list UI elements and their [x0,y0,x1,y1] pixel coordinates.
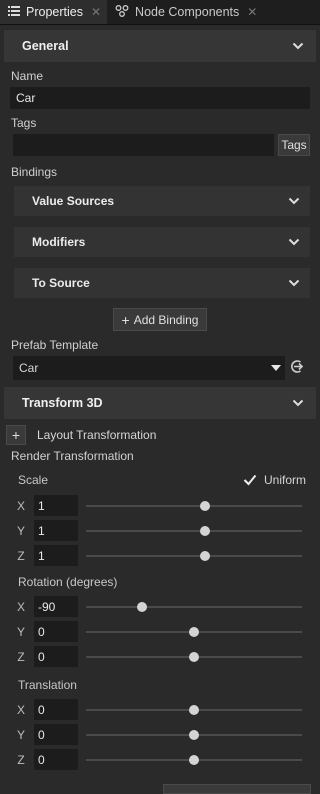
translation-row-y: Y0 [0,722,320,747]
chevron-down-icon [292,42,304,50]
rotation-y-input[interactable]: 0 [34,621,78,642]
rotation-row-y: Y0 [0,619,320,644]
axis-label: Y [16,523,25,538]
tab-bar: Properties ✕ Node Components ✕ [0,0,320,25]
tab-properties-label: Properties [26,5,83,19]
translation-row-z: Z0 [0,747,320,772]
to-source-header[interactable]: To Source [14,268,310,298]
chevron-down-icon [292,399,304,407]
scale-z-slider[interactable] [86,550,302,562]
tags-input[interactable] [13,134,274,156]
tab-node-components[interactable]: Node Components ✕ [107,0,263,24]
to-source-label: To Source [32,276,90,290]
list-icon [8,5,20,19]
chevron-down-icon [288,238,300,246]
slider-knob[interactable] [137,601,148,612]
rotation-label: Rotation (degrees) [18,575,118,589]
transform-3d-title: Transform 3D [22,396,103,410]
uniform-checkbox[interactable]: Uniform [243,473,306,487]
translation-z-slider[interactable] [86,754,302,766]
rotation-x-slider[interactable] [86,601,302,613]
axis-label: X [16,599,25,614]
slider-knob[interactable] [199,525,210,536]
scale-z-input[interactable]: 1 [34,545,78,566]
translation-x-slider[interactable] [86,704,302,716]
slider-track [86,529,302,532]
rotation-z-input[interactable]: 0 [34,646,78,667]
plus-icon: + [121,311,130,328]
add-binding-label: Add Binding [133,312,199,327]
axis-label: Y [16,727,25,742]
rotation-z-slider[interactable] [86,651,302,663]
slider-track [86,554,302,557]
slider-knob[interactable] [189,651,199,662]
rotation-row-z: Z0 [0,644,320,669]
value-sources-label: Value Sources [32,194,115,208]
scale-row-y: Y1 [0,518,320,543]
layout-transformation-label: Layout Transformation [37,428,157,442]
add-binding-button[interactable]: + Add Binding [113,308,207,331]
scale-x-input[interactable]: 1 [34,495,78,516]
dropdown-arrow-icon [271,364,281,371]
axis-label: Y [16,624,25,639]
slider-knob[interactable] [199,550,210,561]
scale-row-z: Z1 [0,543,320,568]
slider-knob[interactable] [189,754,199,765]
translation-z-input[interactable]: 0 [34,749,78,770]
scale-y-input[interactable]: 1 [34,520,78,541]
scale-label: Scale [18,473,49,487]
rotation-y-slider[interactable] [86,626,302,638]
prefab-template-select[interactable]: Car [13,356,285,380]
close-icon[interactable]: ✕ [247,5,257,19]
translation-row-x: X0 [0,697,320,722]
translation-y-input[interactable]: 0 [34,724,78,745]
name-label: Name [11,69,44,83]
scale-y-slider[interactable] [86,525,302,537]
slider-track [86,605,302,608]
goto-prefab-icon[interactable] [289,359,304,377]
tab-node-components-label: Node Components [135,5,240,19]
scale-row-x: X1 [0,493,320,518]
chevron-down-icon [288,197,300,205]
bindings-label: Bindings [11,165,58,179]
axis-label: X [16,498,25,513]
axis-label: X [16,702,25,717]
scale-x-slider[interactable] [86,500,302,512]
rotation-x-input[interactable]: -90 [34,596,78,617]
checkmark-icon [243,474,257,486]
slider-track [86,504,302,507]
close-icon[interactable]: ✕ [91,5,101,19]
slider-knob[interactable] [189,626,199,637]
axis-label: Z [17,548,25,563]
transform-3d-section-header[interactable]: Transform 3D [4,387,316,419]
rotation-row-x: X -90 [0,594,320,619]
prefab-template-value: Car [19,361,39,375]
chevron-down-icon [288,279,300,287]
slider-knob[interactable] [199,500,210,511]
translation-label: Translation [18,678,77,692]
value-sources-header[interactable]: Value Sources [14,186,310,216]
general-section-header[interactable]: General [4,30,316,62]
slider-knob[interactable] [189,729,199,740]
translation-y-slider[interactable] [86,729,302,741]
name-field[interactable]: Car [10,87,310,109]
render-transformation-label: Render Transformation [11,449,134,463]
tab-properties[interactable]: Properties ✕ [0,0,108,24]
uniform-label: Uniform [263,473,306,487]
modifiers-header[interactable]: Modifiers [14,227,310,257]
prefab-template-label: Prefab Template [11,338,99,352]
expand-layout-transformation-button[interactable]: + [6,425,26,445]
partial-button[interactable] [163,784,311,794]
axis-label: Z [17,752,25,767]
tags-button[interactable]: Tags [278,134,310,156]
general-title: General [22,39,69,53]
slider-knob[interactable] [189,704,199,715]
translation-x-input[interactable]: 0 [34,699,78,720]
modifiers-label: Modifiers [32,235,86,249]
tags-label: Tags [11,116,37,130]
node-components-icon [115,4,129,20]
axis-label: Z [17,649,25,664]
